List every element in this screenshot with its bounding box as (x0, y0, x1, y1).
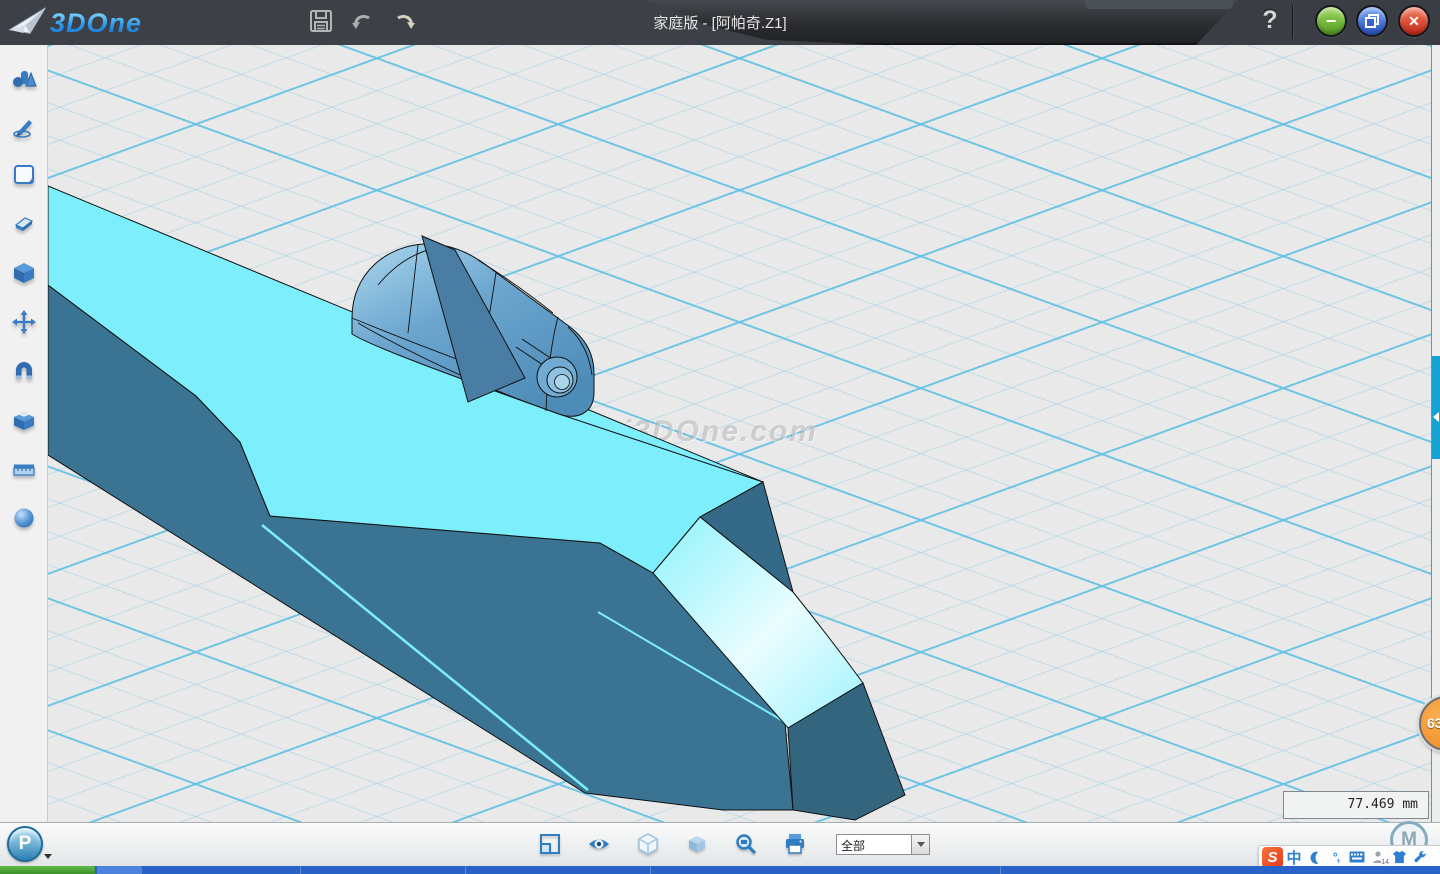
help-button[interactable]: ? (1255, 6, 1285, 35)
zoom-search-icon[interactable] (734, 832, 758, 856)
ime-settings[interactable] (1410, 847, 1430, 867)
eraser-icon[interactable] (11, 211, 37, 237)
keyboard-icon (1349, 851, 1365, 863)
scale-indicator: 77.469 mm (1283, 791, 1429, 819)
view-controls: 全部 (538, 832, 930, 856)
restore-button[interactable] (1356, 5, 1388, 37)
taskbar-separator (300, 866, 301, 874)
bottom-toolbar: P (0, 822, 1440, 866)
dropdown-arrow-button[interactable] (912, 834, 930, 855)
taskbar-separator (650, 866, 651, 874)
titlebar-separator (1292, 5, 1293, 39)
ime-user[interactable]: 14 (1368, 847, 1388, 867)
titlebar-top-tab-decoration (1085, 0, 1233, 9)
minimize-button[interactable]: − (1315, 5, 1347, 37)
move-icon[interactable] (11, 309, 37, 335)
undo-icon[interactable] (350, 8, 376, 34)
sketch-plane-icon[interactable] (11, 162, 37, 188)
3done-app-window: { "titlebar": { "brand": "3DOne", "title… (0, 0, 1440, 874)
plugin-p-badge[interactable]: P (7, 826, 43, 862)
punctuation-icon[interactable]: °, (1326, 847, 1346, 867)
redo-icon[interactable] (391, 8, 417, 34)
view-layout-icon[interactable] (538, 832, 562, 856)
taskbar-separator (1000, 866, 1001, 874)
os-taskbar-sliver (0, 866, 1440, 874)
sketch-pencil-icon[interactable] (11, 114, 37, 140)
taskbar-separator (465, 866, 466, 874)
paper-plane-icon (4, 2, 52, 44)
ime-softkeyboard[interactable] (1347, 847, 1367, 867)
wrench-icon (1413, 850, 1427, 864)
plugin-p-label: P (19, 833, 32, 855)
display-filter-dropdown[interactable]: 全部 (836, 834, 930, 855)
material-sphere-icon[interactable] (11, 505, 37, 531)
ime-skin[interactable] (1389, 847, 1409, 867)
ime-logo[interactable]: S (1262, 847, 1283, 868)
close-icon: ✕ (1408, 13, 1420, 30)
combine-box-icon[interactable] (11, 407, 37, 433)
chevron-left-icon (1433, 412, 1439, 422)
skin-shirt-icon (1392, 850, 1407, 864)
moon-icon (1308, 850, 1323, 865)
left-toolbar (0, 45, 48, 822)
measure-ruler-icon[interactable] (11, 456, 37, 482)
collapsed-panel-tab[interactable] (1432, 356, 1440, 459)
chevron-down-icon (917, 842, 925, 847)
visibility-eye-icon[interactable] (587, 832, 611, 856)
ime-fullhalf-toggle[interactable] (1305, 847, 1325, 867)
model-apache[interactable] (48, 45, 1431, 822)
minimize-icon: − (1326, 11, 1337, 32)
taskbar-item-sliver[interactable] (97, 866, 142, 874)
viewport-canvas[interactable]: i3DOne.com (48, 45, 1431, 822)
magnet-align-icon[interactable] (11, 358, 37, 384)
filter-selected-value: 全部 (836, 834, 912, 855)
solid-cube-icon[interactable] (11, 260, 37, 286)
save-icon[interactable] (308, 8, 334, 34)
start-button-sliver[interactable] (0, 866, 95, 874)
app-logo: 3DOne (6, 3, 226, 43)
notification-count: 63 (1427, 715, 1440, 731)
ime-lang-toggle[interactable]: 中 (1284, 847, 1304, 867)
brand-text: 3DOne (50, 8, 142, 39)
ime-user-count: 14 (1381, 859, 1389, 866)
close-button[interactable]: ✕ (1398, 5, 1430, 37)
shaded-cube-icon[interactable] (685, 832, 709, 856)
plugin-p-dropdown-arrow[interactable] (44, 854, 52, 859)
wireframe-cube-icon[interactable] (636, 832, 660, 856)
print-icon[interactable] (783, 832, 807, 856)
titlebar: 3DOne 家庭版 - [阿帕奇.Z1] ? − ✕ (0, 0, 1440, 45)
restore-icon (1365, 14, 1379, 28)
primitive-shapes-icon[interactable] (11, 66, 37, 92)
